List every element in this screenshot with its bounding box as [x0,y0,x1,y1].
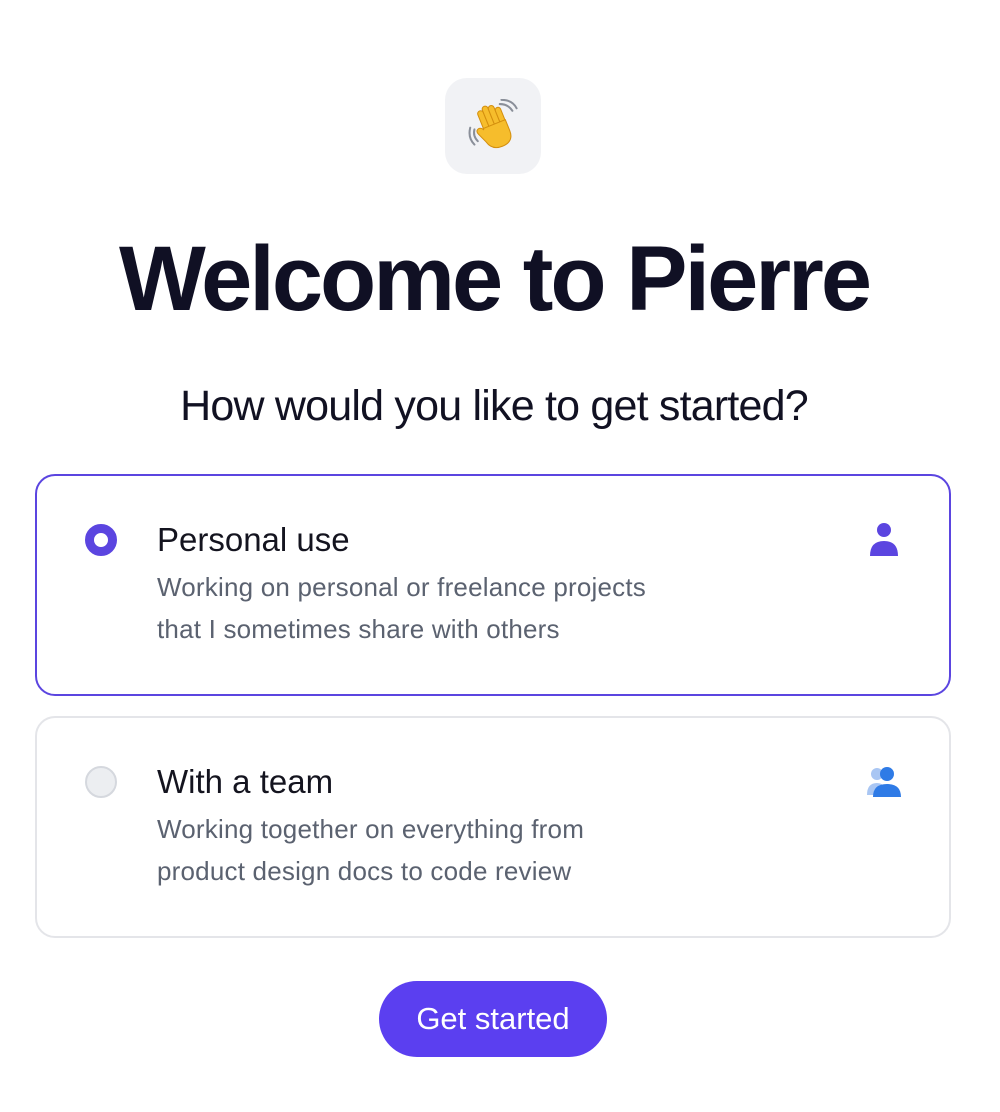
option-description: Working together on everything from prod… [157,808,777,892]
option-description-line: Working on personal or freelance project… [157,572,646,602]
option-description-line: Working together on everything from [157,814,585,844]
option-description: Working on personal or freelance project… [157,566,777,650]
option-title: With a team [157,763,334,800]
person-icon [867,522,901,558]
radio-with-a-team[interactable] [85,766,117,798]
waving-hand-icon [466,99,520,153]
team-icon [867,764,901,800]
option-description-line: that I sometimes share with others [157,614,560,644]
option-personal-use[interactable]: Personal use Working on personal or free… [35,474,951,696]
option-description-line: product design docs to code review [157,856,572,886]
radio-personal-use[interactable] [85,524,117,556]
get-started-button[interactable]: Get started [379,981,607,1057]
option-title: Personal use [157,521,350,558]
page-subtitle: How would you like to get started? [180,382,809,430]
option-with-a-team[interactable]: With a team Working together on everythi… [35,716,951,938]
page-title: Welcome to Pierre [118,228,872,330]
logo-tile [445,78,541,174]
